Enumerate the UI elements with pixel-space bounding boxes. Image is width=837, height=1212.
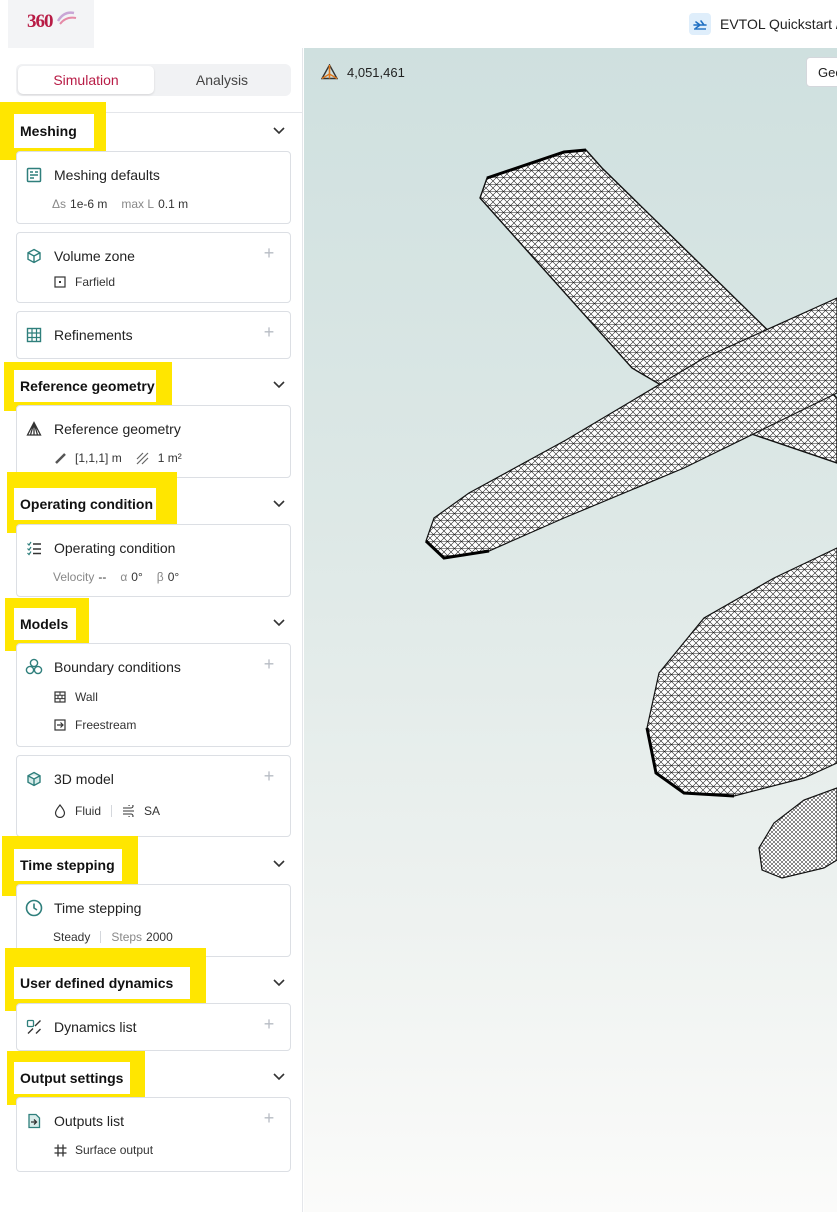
card-time-stepping[interactable]: Time stepping Steady Steps 2000 (16, 884, 291, 957)
pyramid-icon (25, 420, 43, 438)
chevron-down-icon[interactable] (272, 857, 286, 871)
boundary-item-label: Wall (75, 690, 98, 704)
velocity-label: Velocity (53, 570, 95, 584)
3d-viewport[interactable]: 4,051,461 Geo (304, 48, 837, 1212)
turbulence-icon (122, 804, 136, 818)
card-title: Refinements (54, 327, 133, 343)
3d-cube-icon (25, 770, 43, 788)
card-title: Time stepping (54, 900, 142, 916)
steps-label: Steps (111, 930, 143, 944)
list-settings-icon (25, 166, 43, 184)
beta-value: 0° (167, 570, 180, 584)
area-icon (136, 451, 150, 465)
card-title: Volume zone (54, 248, 135, 264)
geometry-button[interactable]: Geo (806, 57, 837, 87)
logo-text: 360 (27, 11, 53, 32)
mode-tabs: Simulation Analysis (16, 64, 291, 96)
mesh-pyramid-icon (321, 64, 338, 80)
card-outputs-list[interactable]: Outputs list + Surface output (16, 1097, 291, 1172)
boundary-conditions-icon (25, 658, 43, 676)
tab-simulation[interactable]: Simulation (18, 66, 154, 94)
airplane-icon (689, 13, 711, 35)
beta-label: β (156, 570, 164, 584)
cube-icon (25, 247, 43, 265)
chevron-down-icon[interactable] (272, 1070, 286, 1084)
boundary-item-label: Freestream (75, 718, 137, 732)
card-title: Dynamics list (54, 1019, 137, 1035)
grid-icon (25, 326, 43, 344)
card-operating-condition[interactable]: Operating condition Velocity -- α 0° β 0… (16, 524, 291, 597)
cell-count-value: 4,051,461 (347, 64, 405, 80)
tab-analysis[interactable]: Analysis (154, 66, 290, 94)
output-icon (25, 1112, 43, 1130)
card-3d-model[interactable]: 3D model + Fluid SA (16, 755, 291, 837)
card-title: Outputs list (54, 1113, 125, 1129)
add-icon[interactable]: + (262, 323, 276, 341)
section-title-reference-geometry[interactable]: Reference geometry (14, 370, 156, 402)
top-bar: 360 EVTOL Quickstart / (0, 0, 837, 48)
cell-count: 4,051,461 (321, 64, 405, 80)
reference-area: 1 m² (157, 451, 182, 465)
card-refinements[interactable]: Refinements + (16, 311, 291, 359)
ruler-icon (53, 451, 67, 465)
card-volume-zone[interactable]: Volume zone + Farfield (16, 232, 291, 303)
app-logo[interactable]: 360 (8, 0, 94, 48)
maxl-value: 0.1 m (158, 197, 189, 211)
logo-swoosh-icon (56, 11, 77, 25)
checklist-icon (25, 539, 43, 557)
section-title-time-stepping[interactable]: Time stepping (14, 849, 122, 881)
section-title-operating-condition[interactable]: Operating condition (14, 488, 156, 520)
card-boundary-conditions[interactable]: Boundary conditions + Wall Freestream (16, 643, 291, 747)
list-item[interactable]: Wall (53, 689, 98, 705)
project-breadcrumb[interactable]: EVTOL Quickstart / (689, 13, 837, 35)
section-title-models[interactable]: Models (14, 608, 76, 640)
alpha-label: α (120, 570, 128, 584)
card-title: 3D model (54, 771, 114, 787)
dynamics-icon (25, 1018, 43, 1036)
surface-grid-icon (53, 1143, 67, 1157)
droplet-icon (53, 804, 67, 818)
card-title: Operating condition (54, 540, 176, 556)
list-item[interactable]: Freestream (53, 717, 136, 733)
output-item-label: Surface output (75, 1143, 154, 1157)
alpha-value: 0° (131, 570, 143, 584)
ds-label: Δs (52, 197, 67, 211)
farfield-icon (53, 275, 67, 289)
card-title: Boundary conditions (54, 659, 181, 675)
project-name: EVTOL Quickstart / (720, 16, 837, 32)
add-icon[interactable]: + (262, 655, 276, 673)
card-title: Meshing defaults (54, 167, 160, 183)
add-icon[interactable]: + (262, 1015, 276, 1033)
add-icon[interactable]: + (262, 767, 276, 785)
list-item[interactable]: Surface output (53, 1142, 153, 1158)
ds-value: 1e-6 m (70, 197, 108, 211)
chevron-down-icon[interactable] (272, 378, 286, 392)
card-dynamics-list[interactable]: Dynamics list + (16, 1003, 291, 1051)
turbulence-label: SA (144, 804, 161, 818)
chevron-down-icon[interactable] (272, 124, 286, 138)
maxl-label: max L (121, 197, 155, 211)
clock-icon (25, 899, 43, 917)
chevron-down-icon[interactable] (272, 976, 286, 990)
card-reference-geometry[interactable]: Reference geometry [1,1,1] m 1 m² (16, 405, 291, 478)
steps-value: 2000 (146, 930, 173, 944)
card-title: Reference geometry (54, 421, 181, 437)
reference-length: [1,1,1] m (75, 451, 122, 465)
add-icon[interactable]: + (262, 1109, 276, 1127)
wall-icon (53, 690, 67, 704)
section-title-output-settings[interactable]: Output settings (14, 1062, 130, 1094)
velocity-value: -- (98, 570, 107, 584)
card-meshing-defaults[interactable]: Meshing defaults Δs 1e-6 m max L 0.1 m (16, 151, 291, 224)
chevron-down-icon[interactable] (272, 497, 286, 511)
volume-zone-item[interactable]: Farfield (75, 275, 115, 289)
sidebar: Simulation Analysis Meshing Meshing defa… (0, 48, 303, 1212)
section-title-user-defined-dynamics[interactable]: User defined dynamics (14, 967, 190, 999)
section-title-meshing[interactable]: Meshing (14, 114, 94, 148)
chevron-down-icon[interactable] (272, 616, 286, 630)
freestream-icon (53, 718, 67, 732)
time-stepping-mode: Steady (53, 930, 91, 944)
fluid-label: Fluid (75, 804, 102, 818)
add-icon[interactable]: + (262, 244, 276, 262)
aircraft-mesh[interactable] (304, 48, 837, 1212)
